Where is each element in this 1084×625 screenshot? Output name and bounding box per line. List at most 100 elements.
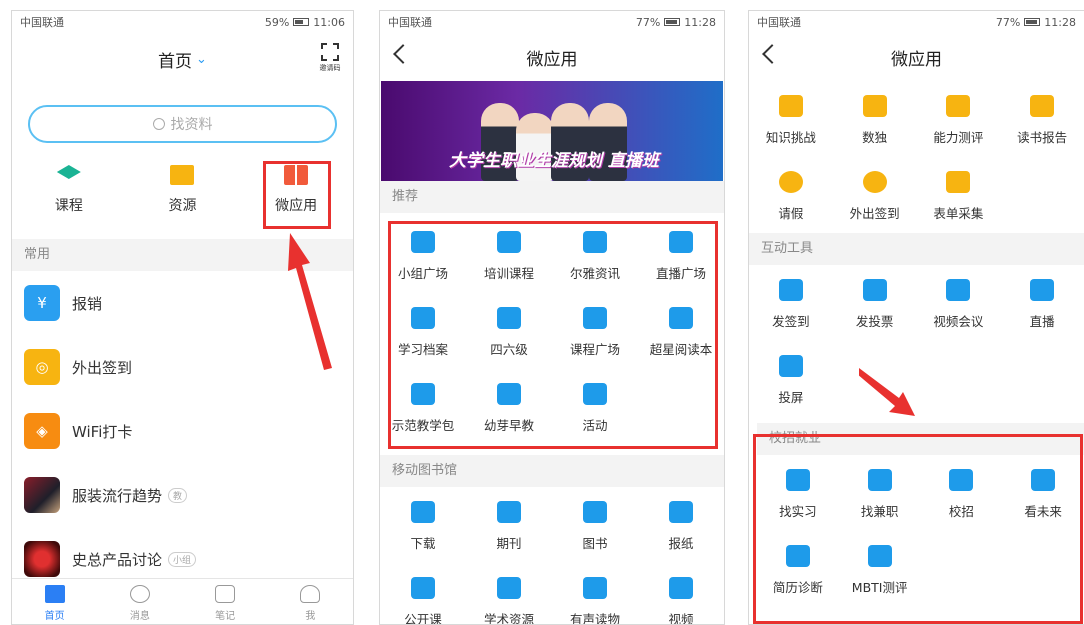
fashion-thumbnail [24, 477, 60, 513]
folder-icon [170, 165, 195, 185]
list-tag: 教 [168, 487, 188, 503]
list-label: 服装流行趋势 [72, 486, 163, 505]
battery-icon [1024, 18, 1041, 26]
tap-checkin-icon [778, 279, 803, 301]
entry-resource[interactable]: 资源 [142, 165, 222, 227]
scan-label: 邀请码 [319, 64, 341, 72]
app-item[interactable]: 发签到 [749, 265, 833, 341]
note-edit-icon [215, 585, 236, 603]
scan-icon [321, 43, 339, 61]
carrier: 中国联通 [757, 16, 801, 29]
app-item[interactable]: 表单采集 [917, 157, 1001, 233]
app-item[interactable]: 公开课 [380, 563, 466, 625]
app-item[interactable]: 图书 [552, 487, 638, 563]
back-arrow-icon[interactable] [762, 44, 782, 64]
app-item[interactable]: 视频 [638, 563, 724, 624]
section-header: 移动图书馆 [380, 455, 724, 487]
money-bag-icon: ¥ [24, 285, 60, 321]
page-title: 微应用 [891, 49, 942, 70]
tab-me[interactable]: 我 [280, 579, 340, 624]
sudoku-icon [862, 95, 887, 117]
app-label: 直播 [1029, 314, 1055, 329]
entry-course[interactable]: 课程 [29, 165, 109, 227]
app-item[interactable]: 外出签到 [833, 157, 917, 233]
back-arrow-icon[interactable] [393, 44, 413, 64]
entry-label: 课程 [54, 198, 83, 214]
app-item[interactable]: 发投票 [833, 265, 917, 341]
app-label: 图书 [582, 536, 608, 551]
app-label: 表单采集 [933, 206, 984, 221]
list-label: WiFi打卡 [72, 422, 133, 441]
page-title[interactable]: 首页 [158, 47, 192, 72]
header: 首页 ⌄ 邀请码 [12, 33, 353, 85]
tab-label: 笔记 [215, 611, 236, 622]
section-header: 推荐 [380, 181, 724, 213]
app-item[interactable]: 投屏 [749, 341, 833, 417]
app-label: 发签到 [772, 314, 810, 329]
tab-home[interactable]: 首页 [25, 579, 85, 624]
scan-button[interactable]: 邀请码 [317, 41, 343, 75]
app-label: 读书报告 [1017, 130, 1068, 145]
app-label: 学术资源 [483, 612, 534, 625]
phone-micro-app-scrolled: 中国联通 77% 11:28 微应用 知识挑战 数独 能力测评 读书报告 请假 外… [748, 10, 1084, 625]
app-item[interactable]: 能力测评 [917, 81, 1001, 157]
battery-icon [664, 18, 681, 26]
highlight-box [388, 221, 718, 449]
location-check-icon [862, 171, 887, 193]
app-label: 知识挑战 [765, 130, 816, 145]
wifi-icon: ◈ [24, 413, 60, 449]
app-item[interactable]: 有声读物 [552, 563, 638, 624]
product-thumbnail [24, 541, 60, 577]
tab-bar: 首页 消息 笔记 我 [12, 578, 353, 624]
screen-cast-icon [778, 355, 803, 377]
app-item[interactable]: 学术资源 [466, 563, 552, 625]
video-meeting-icon [946, 279, 971, 301]
app-item[interactable]: 报纸 [638, 487, 724, 563]
phone-home: 中国联通 59% 11:06 首页 ⌄ 邀请码 找资料 课程 资源 微应用 常用 ¥… [11, 10, 354, 625]
app-item[interactable]: 知识挑战 [749, 81, 833, 157]
app-item[interactable]: 下载 [380, 487, 466, 563]
header: 微应用 [749, 33, 1084, 81]
academic-cap-icon [497, 577, 521, 599]
list-label: 外出签到 [72, 358, 133, 377]
app-item[interactable]: 期刊 [466, 487, 552, 563]
vote-bars-icon [862, 279, 887, 301]
person-icon [300, 585, 321, 603]
search-input[interactable]: 找资料 [28, 105, 337, 143]
report-icon [1030, 95, 1055, 117]
app-item[interactable]: 请假 [749, 157, 833, 233]
home-icon [44, 585, 65, 603]
banner[interactable]: 大学生职业生涯规划 直播班 [381, 81, 723, 181]
app-label: 数独 [862, 130, 888, 145]
battery-percent: 77% [635, 15, 661, 29]
location-icon: ◎ [24, 349, 60, 385]
section-header: 互动工具 [749, 233, 1084, 265]
app-label: 视频会议 [933, 314, 984, 329]
list-item[interactable]: 服装流行趋势教 [12, 463, 353, 527]
banner-title: 大学生职业生涯规划 直播班 [449, 151, 659, 171]
app-item[interactable]: 读书报告 [1000, 81, 1084, 157]
video-icon [669, 577, 693, 599]
battery-percent: 59% [264, 15, 290, 29]
apps-grid: 知识挑战 数独 能力测评 读书报告 请假 外出签到 表单采集 [749, 81, 1084, 233]
app-item[interactable]: 直播 [1000, 265, 1084, 341]
header: 微应用 [380, 33, 724, 81]
tab-messages[interactable]: 消息 [110, 579, 170, 624]
list-item[interactable]: ◈ WiFi打卡 [12, 399, 353, 463]
journal-icon [497, 501, 521, 523]
chevron-down-icon[interactable]: ⌄ [196, 52, 207, 67]
newspaper-icon [669, 501, 693, 523]
tab-notes[interactable]: 笔记 [195, 579, 255, 624]
app-item[interactable]: 视频会议 [917, 265, 1001, 341]
camera-icon [1030, 279, 1055, 301]
assessment-icon [946, 95, 971, 117]
tab-label: 首页 [44, 611, 65, 622]
clock: 11:28 [1044, 15, 1076, 29]
clock: 11:06 [313, 15, 345, 29]
app-label: 公开课 [404, 612, 442, 625]
page-title: 微应用 [526, 49, 578, 70]
list-tag: 小组 [168, 551, 197, 567]
challenge-icon [778, 95, 803, 117]
app-item[interactable]: 数独 [833, 81, 917, 157]
tab-label: 我 [305, 611, 316, 622]
